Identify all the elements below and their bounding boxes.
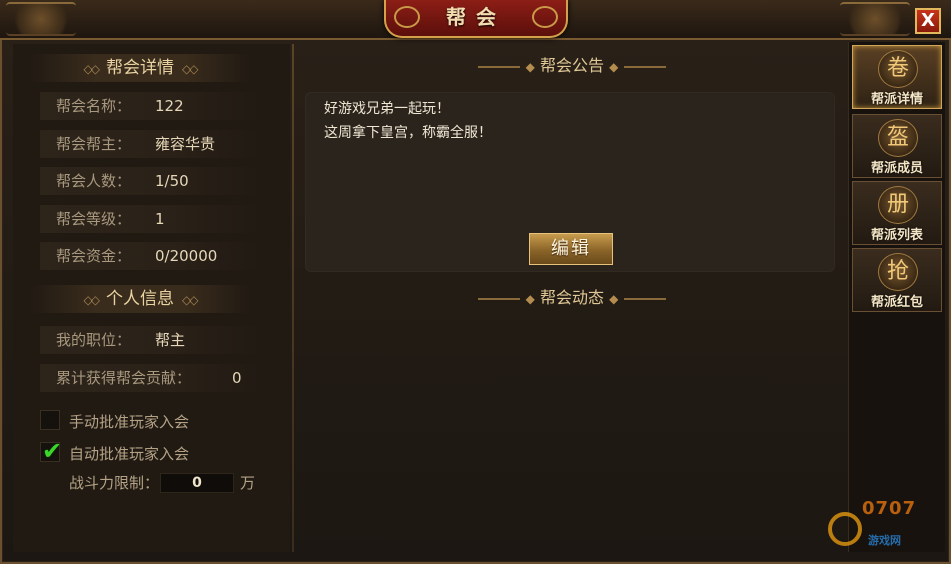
checkmark-icon: ✔ — [42, 437, 63, 465]
guild-name-value: 122 — [155, 97, 184, 115]
personal-info-title: 个人信息 — [106, 289, 174, 309]
watermark-logo-icon — [828, 512, 862, 546]
notice-line: 这周拿下皇宫，称霸全服！ — [324, 125, 492, 141]
notice-line: 好游戏兄弟一起玩！ — [324, 101, 450, 117]
diamond-icon: ◆ — [609, 60, 619, 74]
manual-approve-checkbox[interactable] — [40, 410, 60, 430]
guild-name-row: 帮会名称： 122 — [40, 92, 260, 120]
guild-details-header: ◇◇ 帮会详情 ◇◇ — [30, 54, 250, 82]
guild-name-label: 帮会名称： — [56, 97, 132, 115]
ornament-icon: ◇◇ — [182, 293, 199, 307]
panel-divider — [292, 44, 294, 552]
tab-guild-list[interactable]: 册 帮派列表 — [852, 181, 942, 245]
guild-leader-value: 雍容华贵 — [155, 135, 216, 153]
guild-funds-value: 0/20000 — [155, 247, 218, 265]
ornament-icon: ◇◇ — [83, 62, 101, 76]
scroll-icon: 卷 — [878, 50, 918, 88]
diamond-icon: ◆ — [525, 60, 535, 74]
guild-level-value: 1 — [155, 210, 165, 228]
guild-level-label: 帮会等级： — [56, 210, 132, 228]
tab-guild-details[interactable]: 卷 帮派详情 — [852, 45, 942, 109]
left-corner-ornament — [6, 2, 76, 36]
header-line — [477, 65, 520, 68]
tab-label: 帮派成员 — [870, 161, 923, 176]
diamond-icon: ◆ — [525, 292, 535, 306]
activity-header: ◆ 帮会动态 ◆ — [422, 287, 722, 309]
diamond-icon: ◆ — [609, 292, 619, 306]
watermark-text: 0707 — [862, 498, 917, 519]
watermark-subtext: 游戏网 — [868, 534, 901, 547]
contribution-label: 累计获得帮会贡献： — [56, 369, 192, 387]
tab-guild-members[interactable]: 盔 帮派成员 — [852, 114, 942, 178]
tab-guild-red-envelope[interactable]: 抢 帮派红包 — [852, 248, 942, 312]
power-limit-input[interactable]: 0 — [160, 473, 234, 493]
tab-label: 帮派列表 — [870, 228, 923, 243]
auto-approve-label: 自动批准玩家入会 — [69, 445, 190, 463]
guild-leader-label: 帮会帮主： — [56, 135, 132, 153]
ornament-icon: ◇◇ — [83, 293, 101, 307]
activity-title: 帮会动态 — [539, 288, 604, 307]
position-row: 我的职位： 帮主 — [40, 326, 260, 354]
right-wing-ornament — [532, 6, 558, 28]
red-envelope-icon: 抢 — [878, 253, 918, 291]
contribution-value: 0 — [232, 369, 242, 387]
contribution-row: 累计获得帮会贡献： 0 — [40, 364, 260, 392]
auto-approve-checkbox[interactable]: ✔ — [40, 437, 62, 465]
close-button[interactable]: X — [915, 8, 941, 34]
left-wing-ornament — [394, 6, 420, 28]
guild-funds-row: 帮会资金： 0/20000 — [40, 242, 260, 270]
guild-members-value: 1/50 — [155, 172, 189, 190]
ornament-icon: ◇◇ — [182, 62, 199, 76]
tab-label: 帮派详情 — [870, 92, 923, 107]
title-plaque: 帮会 — [384, 0, 568, 38]
notice-header: ◆ 帮会公告 ◆ — [422, 55, 722, 77]
window-title: 帮会 — [446, 5, 506, 29]
guild-leader-row: 帮会帮主： 雍容华贵 — [40, 130, 260, 158]
power-limit-unit: 万 — [240, 474, 256, 492]
helmet-icon: 盔 — [878, 119, 918, 157]
guild-members-row: 帮会人数： 1/50 — [40, 167, 260, 195]
watermark: 0707 游戏网 — [828, 498, 950, 558]
right-corner-ornament — [840, 2, 910, 36]
guild-details-title: 帮会详情 — [106, 58, 174, 78]
power-limit-label: 战斗力限制： — [69, 474, 160, 492]
personal-info-header: ◇◇ 个人信息 ◇◇ — [30, 285, 250, 313]
tab-label: 帮派红包 — [870, 295, 923, 310]
edit-notice-button[interactable]: 编辑 — [529, 233, 613, 265]
guild-members-label: 帮会人数： — [56, 172, 132, 190]
guild-funds-label: 帮会资金： — [56, 247, 132, 265]
position-value: 帮主 — [155, 331, 186, 349]
book-icon: 册 — [878, 186, 918, 224]
notice-title: 帮会公告 — [539, 56, 604, 75]
position-label: 我的职位： — [56, 331, 132, 349]
header-line — [624, 297, 667, 300]
header-line — [477, 297, 520, 300]
header-line — [624, 65, 667, 68]
guild-level-row: 帮会等级： 1 — [40, 205, 260, 233]
manual-approve-label: 手动批准玩家入会 — [69, 413, 190, 431]
